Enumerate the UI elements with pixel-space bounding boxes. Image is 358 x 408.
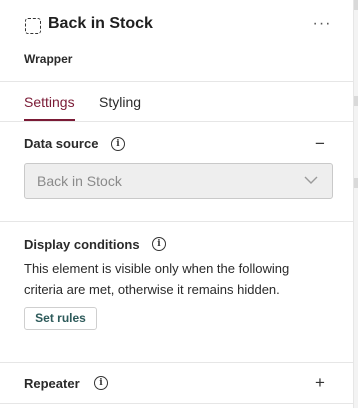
expand-icon[interactable]: +	[312, 374, 328, 391]
canvas-edge-mark	[354, 0, 358, 10]
tab-settings[interactable]: Settings	[24, 94, 75, 110]
panel-tabs: Settings Styling	[0, 82, 354, 122]
data-source-section: Data source i − Back in Stock	[0, 123, 354, 222]
active-tab-indicator	[24, 119, 75, 121]
info-icon[interactable]: i	[94, 376, 108, 390]
element-type-label: Wrapper	[24, 52, 73, 66]
chevron-down-icon	[304, 176, 318, 184]
repeater-title: Repeater	[24, 376, 80, 391]
data-source-select[interactable]: Back in Stock	[24, 163, 333, 199]
more-options-button[interactable]: ···	[311, 14, 333, 36]
repeater-section: Repeater i +	[0, 363, 354, 404]
canvas-edge-mark	[354, 178, 358, 188]
set-rules-button[interactable]: Set rules	[24, 307, 97, 330]
element-title: Back in Stock	[48, 15, 153, 32]
dashed-selection-icon	[25, 18, 41, 34]
tab-styling[interactable]: Styling	[99, 94, 141, 110]
display-conditions-title: Display conditions	[24, 237, 140, 252]
info-icon[interactable]: i	[152, 237, 166, 251]
collapse-icon[interactable]: −	[312, 135, 328, 152]
info-icon[interactable]: i	[111, 137, 125, 151]
canvas-edge-mark	[354, 96, 358, 106]
data-source-title: Data source	[24, 136, 99, 151]
canvas-edge	[354, 0, 358, 408]
panel-header: Back in Stock ··· Wrapper	[0, 0, 354, 82]
display-conditions-section: Display conditions i This element is vis…	[0, 222, 354, 363]
data-source-select-value: Back in Stock	[37, 173, 122, 189]
display-conditions-description: This element is visible only when the fo…	[24, 261, 290, 297]
settings-panel: Back in Stock ··· Wrapper Settings Styli…	[0, 0, 354, 408]
